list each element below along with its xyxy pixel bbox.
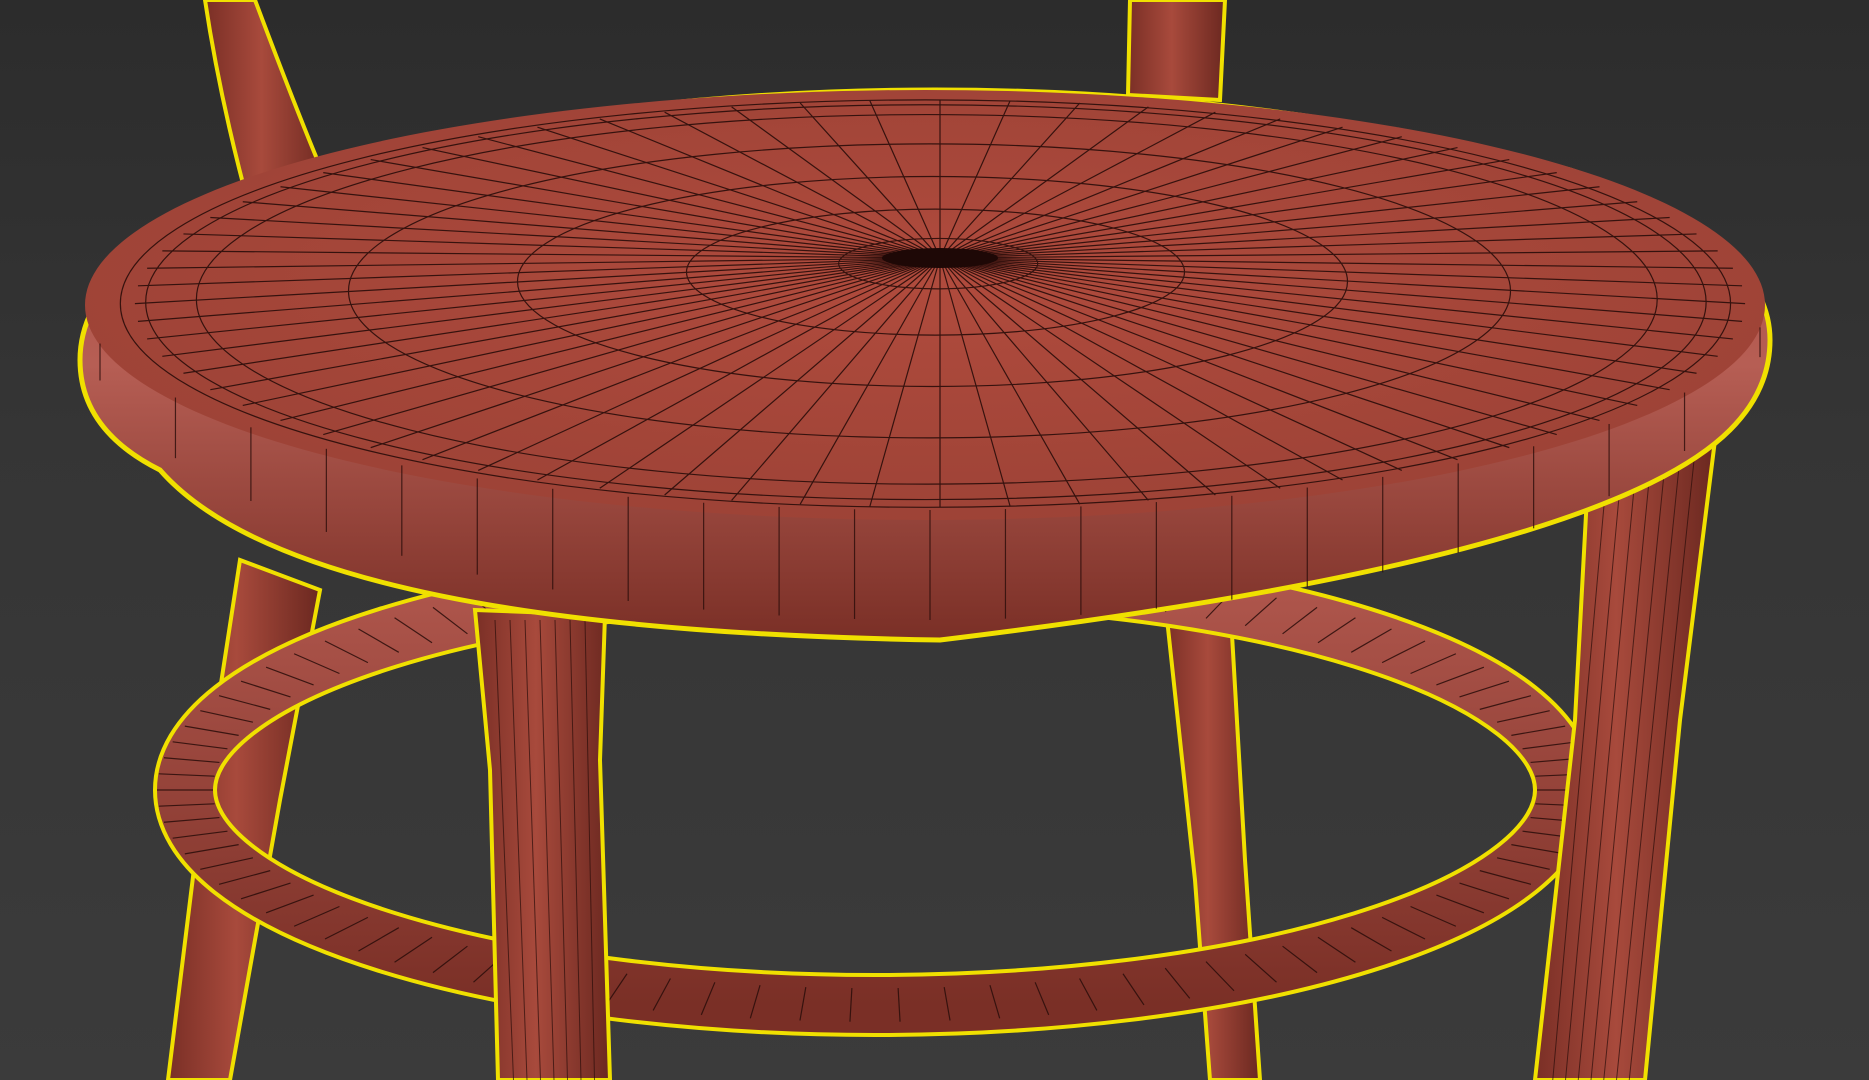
chair-seat[interactable] — [77, 87, 1773, 643]
seat-center-pole — [882, 248, 998, 268]
viewport-canvas[interactable] — [0, 0, 1869, 1080]
chair-back-post-right[interactable] — [1125, 0, 1228, 103]
chair-leg-front-left[interactable] — [472, 607, 613, 1080]
3d-viewport[interactable] — [0, 0, 1869, 1080]
